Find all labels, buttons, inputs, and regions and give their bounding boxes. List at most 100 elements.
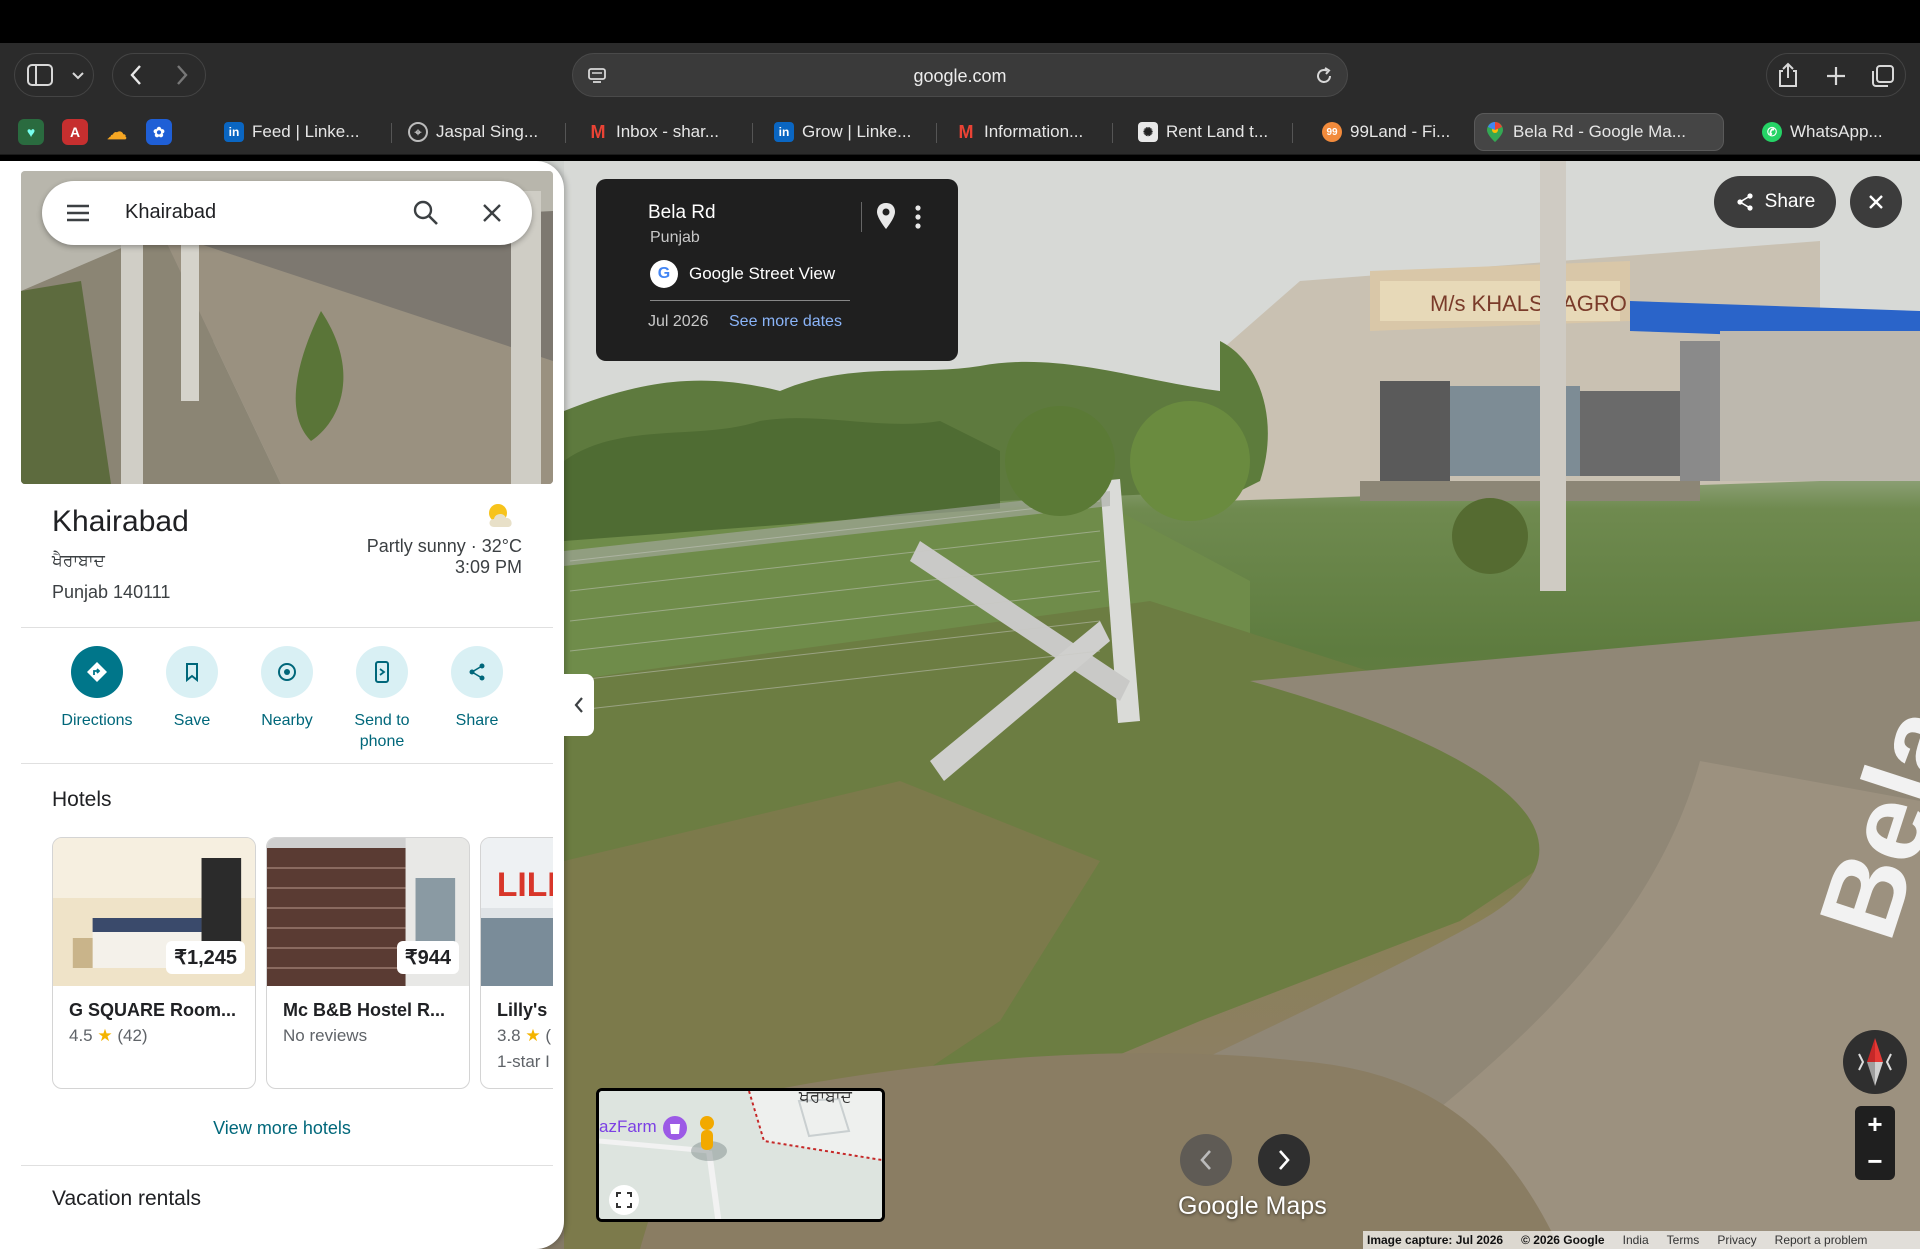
hotel-card[interactable]: ₹1,245 G SQUARE Room... 4.5 ★ (42)	[52, 837, 256, 1089]
share-place-button[interactable]: Share	[432, 646, 522, 731]
chevron-down-icon	[72, 72, 84, 80]
save-button[interactable]: Save	[147, 646, 237, 731]
share-icon[interactable]	[1777, 62, 1799, 88]
chevron-right-icon	[1279, 1150, 1290, 1170]
search-input[interactable]: Khairabad	[125, 201, 216, 224]
pinned-tab-4[interactable]: ✿	[146, 119, 172, 145]
previous-image-button[interactable]	[1180, 1134, 1232, 1186]
street-view-share-button[interactable]: Share	[1714, 176, 1836, 228]
next-image-button[interactable]	[1258, 1134, 1310, 1186]
see-more-dates-link[interactable]: See more dates	[729, 313, 842, 331]
search-box: Khairabad	[42, 181, 532, 245]
directions-button[interactable]: Directions	[52, 646, 142, 731]
tab-whatsapp[interactable]: ✆ WhatsApp...	[1752, 113, 1920, 151]
share-icon	[1737, 193, 1753, 211]
location-pin-icon[interactable]	[875, 202, 897, 230]
send-to-phone-button[interactable]: Send to phone	[337, 646, 427, 752]
imagery-source: Google Street View	[689, 264, 836, 283]
place-panel: Khairabad Khairabad ਖੈਰਾਬਾਦ Punjab 14011…	[0, 161, 564, 1249]
map-footer: Image capture: Jul 2026 © 2026 Google In…	[1363, 1231, 1920, 1249]
local-time: 3:09 PM	[454, 557, 522, 577]
hotel-name: Mc B&B Hostel R...	[283, 1000, 446, 1020]
close-icon	[1869, 195, 1883, 209]
place-local-name: ਖੈਰਾਬਾਦ	[52, 551, 105, 570]
tab-feed-linkedin[interactable]: in Feed | Linke...	[214, 113, 374, 151]
tab-label: Information...	[984, 122, 1084, 141]
mini-map-label-farm: azFarm	[599, 1117, 657, 1136]
street-view-info-card: Bela Rd Punjab G Google Street View Jul …	[596, 179, 958, 361]
mini-map[interactable]: azFarm ਖਰਾਬਾਦ	[596, 1088, 885, 1222]
address-bar[interactable]: google.com	[572, 53, 1348, 97]
tab-label: Inbox - shar...	[616, 122, 719, 141]
gmail-icon: M	[958, 121, 974, 142]
hotel-rating: 4.5 ★ (42)	[69, 1026, 148, 1045]
compass-control[interactable]	[1843, 1030, 1907, 1094]
reload-icon[interactable]	[1313, 65, 1335, 87]
hotel-card[interactable]: ₹944 Mc B&B Hostel R... No reviews	[266, 837, 470, 1089]
footer-link-privacy[interactable]: Privacy	[1717, 1233, 1756, 1247]
expand-map-button[interactable]	[609, 1185, 639, 1215]
star-icon: ★	[525, 1026, 541, 1045]
street-name: Bela Rd	[648, 202, 716, 223]
more-options-icon[interactable]	[914, 204, 922, 230]
hotel-class: 1-star I	[497, 1052, 550, 1071]
close-street-view-button[interactable]	[1850, 176, 1902, 228]
search-icon[interactable]	[412, 199, 440, 227]
tab-label: Grow | Linke...	[802, 122, 912, 141]
pinned-tab-2[interactable]: A	[62, 119, 88, 145]
zoom-out-button[interactable]: −	[1855, 1143, 1895, 1180]
google-maps-logo: Google Maps	[1178, 1192, 1327, 1220]
tab-99land[interactable]: 99 99Land - Fi...	[1312, 113, 1462, 151]
address-text: google.com	[913, 66, 1007, 86]
directions-icon	[87, 662, 107, 682]
nearby-button[interactable]: Nearby	[242, 646, 332, 731]
copyright: © 2026 Google	[1521, 1233, 1605, 1247]
history-nav	[112, 53, 206, 97]
share-label: Share	[1764, 191, 1816, 212]
phone-icon	[375, 661, 389, 683]
tab-inbox[interactable]: M Inbox - shar...	[578, 113, 736, 151]
svg-text:M/s KHALSA AGRO: M/s KHALSA AGRO	[1430, 291, 1627, 316]
pinned-tab-1[interactable]: ♥	[18, 119, 44, 145]
tab-rent-land[interactable]: ✺ Rent Land t...	[1128, 113, 1280, 151]
tab-label: WhatsApp...	[1790, 122, 1883, 141]
sidebar-toggle[interactable]	[14, 53, 94, 97]
tab-bar: ♥ A ☁ ✿ in Feed | Linke... ⌖ Jaspal Sing…	[0, 109, 1920, 155]
tab-overview-icon[interactable]	[1871, 64, 1895, 88]
image-capture-date: Image capture: Jul 2026	[1367, 1233, 1504, 1247]
footer-link-report[interactable]: Report a problem	[1775, 1233, 1868, 1247]
save-label: Save	[173, 712, 211, 729]
tab-label: Jaspal Sing...	[436, 122, 539, 141]
bookmark-icon	[186, 663, 198, 682]
back-icon[interactable]	[129, 64, 143, 86]
hotel-card[interactable]: LILLY Lilly's I 3.8 ★ ( 1-star I	[480, 837, 564, 1089]
new-tab-icon[interactable]	[1826, 66, 1846, 86]
tab-grow-linkedin[interactable]: in Grow | Linke...	[764, 113, 924, 151]
vacation-rentals-heading: Vacation rentals	[52, 1187, 202, 1210]
close-icon[interactable]	[478, 199, 506, 227]
star-icon: ★	[97, 1026, 113, 1045]
window-actions	[1766, 53, 1906, 97]
menu-icon[interactable]	[64, 199, 92, 227]
os-menubar	[0, 0, 1920, 43]
sidebar-icon	[27, 64, 53, 86]
partly-sunny-icon	[489, 504, 512, 527]
collapse-panel-button[interactable]	[564, 674, 594, 736]
footer-link-terms[interactable]: Terms	[1667, 1233, 1700, 1247]
tab-information[interactable]: M Information...	[946, 113, 1106, 151]
weather-info: Partly sunny · 32°C 3:09 PM	[367, 536, 522, 578]
pinned-tab-3[interactable]: ☁	[104, 119, 130, 145]
zoom-in-button[interactable]: +	[1855, 1106, 1895, 1143]
compass-icon	[1858, 1038, 1892, 1086]
whatsapp-icon: ✆	[1762, 122, 1782, 142]
footer-link-india[interactable]: India	[1623, 1233, 1649, 1247]
place-address: Punjab 140111	[52, 582, 171, 602]
linkedin-icon: in	[224, 122, 244, 142]
google-logo-icon: G	[650, 260, 678, 288]
view-more-hotels-link[interactable]: View more hotels	[0, 1118, 564, 1139]
tab-bela-rd-maps[interactable]: Bela Rd - Google Ma...	[1474, 113, 1724, 151]
forward-icon[interactable]	[175, 64, 189, 86]
tab-label: Rent Land t...	[1166, 122, 1269, 141]
tab-jaspal[interactable]: ⌖ Jaspal Sing...	[398, 113, 548, 151]
zoom-control: + −	[1855, 1106, 1895, 1180]
